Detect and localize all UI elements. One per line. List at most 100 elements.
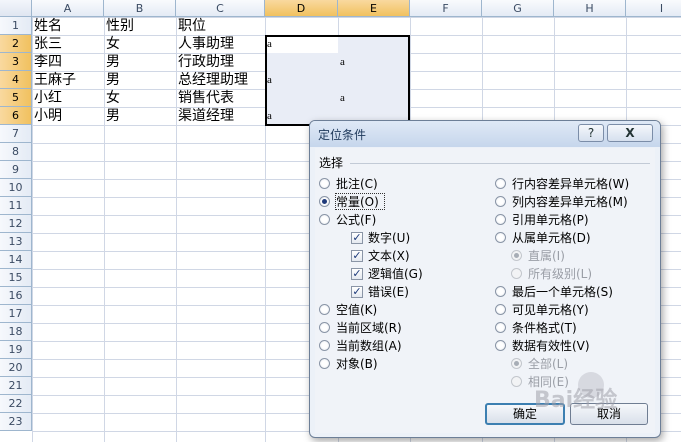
row-header[interactable]: 16 (0, 287, 32, 305)
radio-current-array-label: 当前数组(A) (336, 339, 402, 353)
radio-last-cell-indicator[interactable] (495, 286, 506, 297)
select-all-corner[interactable] (0, 0, 32, 17)
radio-direct-only-indicator[interactable] (511, 250, 522, 261)
row-header[interactable]: 22 (0, 395, 32, 413)
radio-current-region-label: 当前区域(R) (336, 321, 402, 335)
cell-a1[interactable]: 姓名 (32, 17, 104, 35)
dialog-titlebar[interactable]: 定位条件 ? X (310, 121, 660, 147)
column-header-d[interactable]: D (265, 0, 338, 17)
radio-precedents-label: 引用单元格(P) (512, 213, 589, 227)
radio-column-differences-label: 列内容差异单元格(M) (512, 195, 628, 209)
radio-comments-indicator[interactable] (319, 178, 330, 189)
check-text-box[interactable]: ✓ (351, 250, 363, 262)
cell-a6[interactable]: 小明 (32, 107, 104, 125)
row-header[interactable]: 14 (0, 251, 32, 269)
row-header[interactable]: 20 (0, 359, 32, 377)
column-header-h[interactable]: H (554, 0, 626, 17)
cell-b4[interactable]: 男 (104, 71, 176, 89)
radio-data-validation-label: 数据有效性(V) (512, 339, 590, 353)
check-numbers-label: 数字(U) (368, 231, 411, 245)
radio-formulas-indicator[interactable] (319, 214, 330, 225)
group-divider (350, 163, 650, 164)
radio-visible-cells-indicator[interactable] (495, 304, 506, 315)
cell-c5[interactable]: 销售代表 (176, 89, 265, 107)
cell-a4[interactable]: 王麻子 (32, 71, 104, 89)
column-header-b[interactable]: B (104, 0, 176, 17)
row-header[interactable]: 5 (0, 89, 32, 107)
row-header[interactable]: 13 (0, 233, 32, 251)
radio-objects-label: 对象(B) (336, 357, 378, 371)
check-errors-box[interactable]: ✓ (351, 286, 363, 298)
row-header[interactable]: 6 (0, 107, 32, 125)
row-header[interactable]: 4 (0, 71, 32, 89)
selection-border (265, 35, 410, 126)
row-header[interactable]: 18 (0, 323, 32, 341)
cell-c3[interactable]: 行政助理 (176, 53, 265, 71)
cell-b5[interactable]: 女 (104, 89, 176, 107)
radio-comments-label: 批注(C) (336, 177, 378, 191)
row-header[interactable]: 10 (0, 179, 32, 197)
check-numbers-box[interactable]: ✓ (351, 232, 363, 244)
radio-conditional-formats-indicator[interactable] (495, 322, 506, 333)
radio-precedents-indicator[interactable] (495, 214, 506, 225)
cell-c1[interactable]: 职位 (176, 17, 265, 35)
check-errors-label: 错误(E) (368, 285, 409, 299)
radio-current-region-indicator[interactable] (319, 322, 330, 333)
cell-b6[interactable]: 男 (104, 107, 176, 125)
radio-validation-same-indicator[interactable] (511, 376, 522, 387)
cell-c2[interactable]: 人事助理 (176, 35, 265, 53)
help-button[interactable]: ? (578, 124, 604, 142)
radio-all-levels-label: 所有级别(L) (528, 267, 593, 281)
select-group-label: 选择 (319, 156, 344, 170)
radio-current-array-indicator[interactable] (319, 340, 330, 351)
radio-constants-label: 常量(O) (336, 195, 379, 209)
radio-row-differences-label: 行内容差异单元格(W) (512, 177, 630, 191)
radio-dependents-label: 从属单元格(D) (512, 231, 591, 245)
cell-a5[interactable]: 小红 (32, 89, 104, 107)
row-header[interactable]: 12 (0, 215, 32, 233)
check-text-label: 文本(X) (368, 249, 410, 263)
radio-data-validation-indicator[interactable] (495, 340, 506, 351)
radio-all-levels-indicator[interactable] (511, 268, 522, 279)
watermark-logo: Bai经验 (534, 388, 618, 413)
close-button[interactable]: X (607, 124, 653, 142)
radio-constants-indicator[interactable] (319, 196, 330, 207)
check-logicals-box[interactable]: ✓ (351, 268, 363, 280)
row-header[interactable]: 7 (0, 125, 32, 143)
column-header-a[interactable]: A (32, 0, 104, 17)
column-header-g[interactable]: G (482, 0, 554, 17)
row-header[interactable]: 8 (0, 143, 32, 161)
row-header[interactable]: 9 (0, 161, 32, 179)
radio-conditional-formats-label: 条件格式(T) (512, 321, 577, 335)
column-header-e[interactable]: E (338, 0, 410, 17)
cell-a2[interactable]: 张三 (32, 35, 104, 53)
row-header[interactable]: 2 (0, 35, 32, 53)
radio-dependents-indicator[interactable] (495, 232, 506, 243)
row-header[interactable]: 1 (0, 17, 32, 35)
row-header[interactable]: 3 (0, 53, 32, 71)
radio-objects-indicator[interactable] (319, 358, 330, 369)
cell-b2[interactable]: 女 (104, 35, 176, 53)
cell-b3[interactable]: 男 (104, 53, 176, 71)
radio-last-cell-label: 最后一个单元格(S) (512, 285, 613, 299)
cell-c4[interactable]: 总经理助理 (176, 71, 265, 89)
column-header-f[interactable]: F (410, 0, 482, 17)
radio-row-differences-indicator[interactable] (495, 178, 506, 189)
column-header-c[interactable]: C (176, 0, 265, 17)
row-header[interactable]: 15 (0, 269, 32, 287)
cell-c6[interactable]: 渠道经理 (176, 107, 265, 125)
row-header[interactable]: 17 (0, 305, 32, 323)
radio-blanks-indicator[interactable] (319, 304, 330, 315)
radio-validation-all-indicator[interactable] (511, 358, 522, 369)
row-header[interactable]: 11 (0, 197, 32, 215)
radio-direct-only-label: 直属(I) (528, 249, 565, 263)
dialog-title: 定位条件 (318, 128, 367, 142)
cell-b1[interactable]: 性别 (104, 17, 176, 35)
row-header[interactable]: 23 (0, 413, 32, 431)
row-header[interactable]: 19 (0, 341, 32, 359)
cell-a3[interactable]: 李四 (32, 53, 104, 71)
row-header[interactable]: 21 (0, 377, 32, 395)
column-header-i[interactable]: I (626, 0, 681, 17)
radio-visible-cells-label: 可见单元格(Y) (512, 303, 589, 317)
radio-column-differences-indicator[interactable] (495, 196, 506, 207)
